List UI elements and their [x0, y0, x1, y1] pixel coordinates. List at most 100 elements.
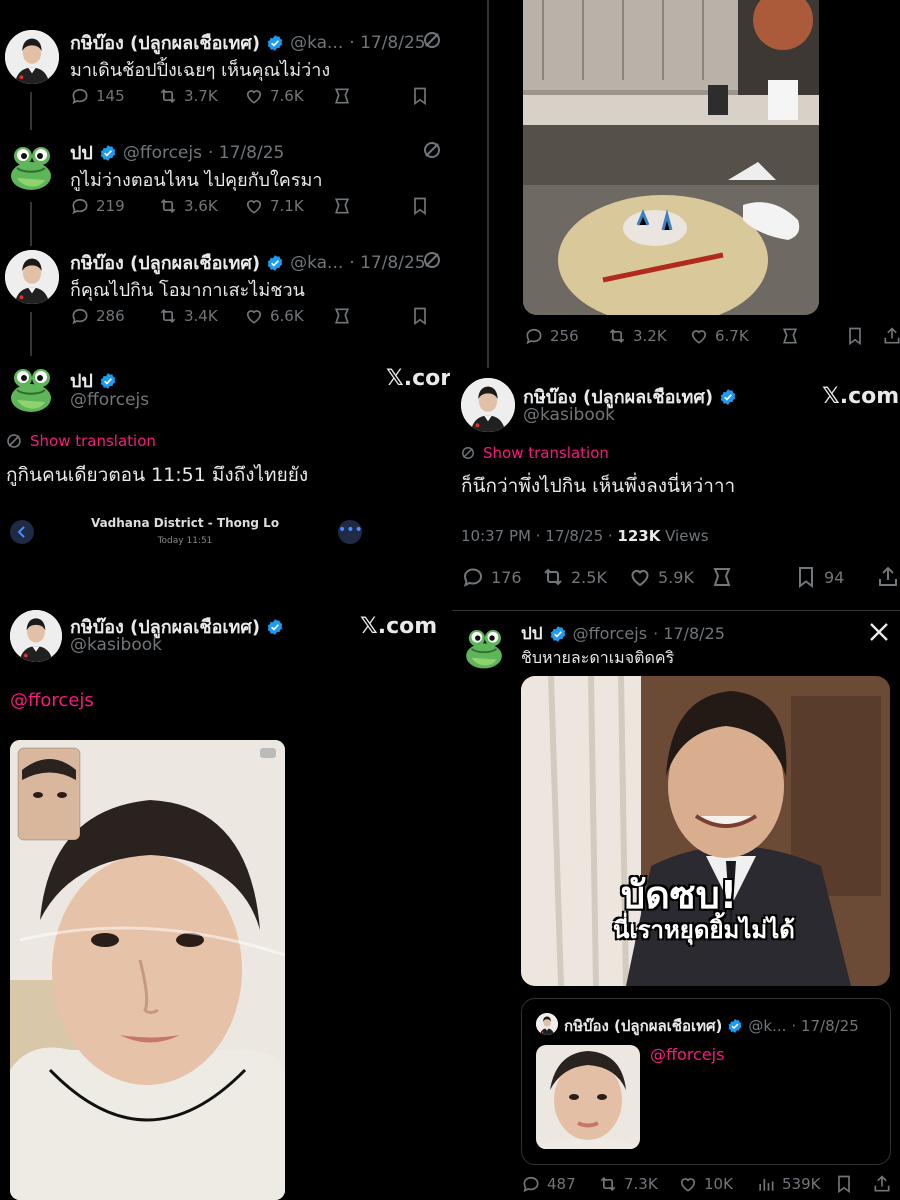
show-translation-link[interactable]: Show translation [461, 444, 609, 462]
reply-button[interactable]: 145 [70, 86, 125, 106]
x-logo: 𝕏.com [822, 384, 900, 409]
share-icon [876, 565, 900, 589]
avatar[interactable] [10, 610, 62, 662]
share-button[interactable] [882, 326, 900, 346]
quote-mention[interactable]: @fforcejs [650, 1045, 724, 1064]
heart-icon [244, 306, 264, 326]
show-translation-label[interactable]: Show translation [30, 432, 156, 450]
video-call-photo[interactable] [10, 740, 285, 1200]
grok-icon[interactable] [422, 140, 442, 160]
like-button[interactable]: 7.6K [244, 86, 304, 106]
avatar[interactable] [3, 360, 59, 416]
reply-button[interactable]: 219 [70, 196, 125, 216]
heart-icon [678, 1174, 698, 1194]
divider [452, 610, 900, 611]
post-date[interactable]: · 17/8/25 [349, 33, 425, 53]
repost-button[interactable]: 3.4K [158, 306, 218, 326]
show-translation-link[interactable]: Show translation [6, 432, 156, 450]
grok-button[interactable] [332, 86, 352, 106]
omakase-image [523, 0, 819, 315]
repost-icon [158, 86, 178, 106]
author-handle[interactable]: @fforcejs [70, 390, 149, 410]
reply-button[interactable]: 256 [524, 326, 579, 346]
author-handle[interactable]: @ka... [290, 253, 343, 273]
avatar[interactable] [459, 622, 509, 672]
repost-count: 3.2K [633, 327, 667, 345]
like-button[interactable]: 10K [678, 1174, 733, 1194]
author-handle[interactable]: @fforcejs [573, 624, 647, 643]
reply-icon [70, 196, 90, 216]
mention-link[interactable]: @fforcejs [10, 690, 94, 711]
bookmark-icon [794, 565, 818, 589]
reply-icon [524, 326, 544, 346]
author-name[interactable]: ปป [521, 620, 543, 647]
avatar[interactable] [5, 250, 59, 304]
more-button[interactable]: ••• [338, 520, 363, 544]
grok-button[interactable] [332, 196, 352, 216]
restaurant-photo[interactable] [523, 0, 819, 315]
author-handle[interactable]: @ka... [290, 33, 343, 53]
x-logo: 𝕏.com [360, 614, 438, 639]
grok-icon [780, 326, 800, 346]
author-handle[interactable]: @kasibook [70, 635, 162, 655]
reply-button[interactable]: 286 [70, 306, 125, 326]
author-name[interactable]: กษิบ๊อง (ปลูกผลเชือเทศ) [70, 28, 260, 57]
bookmark-button[interactable] [845, 326, 865, 346]
verified-badge-icon [99, 144, 117, 162]
repost-button[interactable]: 3.7K [158, 86, 218, 106]
author-name[interactable]: กษิบ๊อง (ปลูกผลเชือเทศ) [70, 248, 260, 277]
repost-count: 3.6K [184, 197, 218, 215]
quote-author-name[interactable]: กษิบ๊อง (ปลูกผลเชือเทศ) [564, 1014, 722, 1038]
repost-button[interactable]: 3.6K [158, 196, 218, 216]
views-count: 539K [782, 1175, 821, 1193]
like-button[interactable]: 6.7K [689, 326, 749, 346]
like-count: 5.9K [658, 567, 694, 587]
grok-icon [332, 86, 352, 106]
bookmark-button[interactable]: 94 [794, 565, 844, 589]
quote-author-handle[interactable]: @k... [748, 1017, 786, 1035]
verified-badge-icon [549, 625, 567, 643]
avatar[interactable] [536, 1013, 558, 1035]
quote-thumbnail[interactable] [536, 1045, 640, 1149]
post-date[interactable]: · 17/8/25 [653, 624, 725, 643]
quoted-tweet[interactable]: กษิบ๊อง (ปลูกผลเชือเทศ) @k... · 17/8/25 … [521, 998, 891, 1165]
repost-button[interactable]: 3.2K [607, 326, 667, 346]
post-date[interactable]: · 17/8/25 [349, 253, 425, 273]
quote-image [536, 1045, 640, 1149]
bookmark-button[interactable] [410, 86, 430, 106]
bookmark-button[interactable] [834, 1174, 854, 1194]
share-button[interactable] [872, 1174, 892, 1194]
share-button[interactable] [876, 565, 900, 589]
author-name[interactable]: ปป [70, 138, 93, 167]
grok-button[interactable] [780, 326, 800, 346]
avatar[interactable] [461, 378, 515, 432]
meme-image[interactable]: บัดซบ! นี่เราหยุดยิ้มไม่ได้ [521, 676, 890, 986]
reply-count: 145 [96, 87, 125, 105]
thread-connector [487, 0, 489, 368]
post-date[interactable]: · 17/8/25 [208, 143, 284, 163]
quote-post-date[interactable]: · 17/8/25 [791, 1017, 858, 1035]
reply-icon [521, 1174, 541, 1194]
show-translation-label[interactable]: Show translation [483, 444, 609, 462]
avatar[interactable] [3, 138, 59, 194]
like-button[interactable]: 6.6K [244, 306, 304, 326]
author-handle[interactable]: @kasibook [523, 405, 615, 425]
back-button[interactable] [10, 520, 34, 544]
views-button[interactable]: 539K [756, 1174, 820, 1194]
author-handle[interactable]: @fforcejs [123, 143, 202, 163]
reply-button[interactable]: 176 [461, 565, 522, 589]
repost-button[interactable]: 2.5K [541, 565, 607, 589]
grok-icon[interactable] [422, 30, 442, 50]
views-count[interactable]: 123K [617, 527, 660, 545]
like-button[interactable]: 7.1K [244, 196, 304, 216]
bookmark-button[interactable] [410, 306, 430, 326]
grok-button[interactable] [710, 565, 734, 589]
repost-button[interactable]: 7.3K [598, 1174, 658, 1194]
grok-button[interactable] [332, 306, 352, 326]
grok-icon[interactable] [422, 250, 442, 270]
reply-button[interactable]: 487 [521, 1174, 576, 1194]
translate-icon [7, 434, 21, 448]
like-button[interactable]: 5.9K [628, 565, 694, 589]
bookmark-button[interactable] [410, 196, 430, 216]
avatar[interactable] [5, 30, 59, 84]
